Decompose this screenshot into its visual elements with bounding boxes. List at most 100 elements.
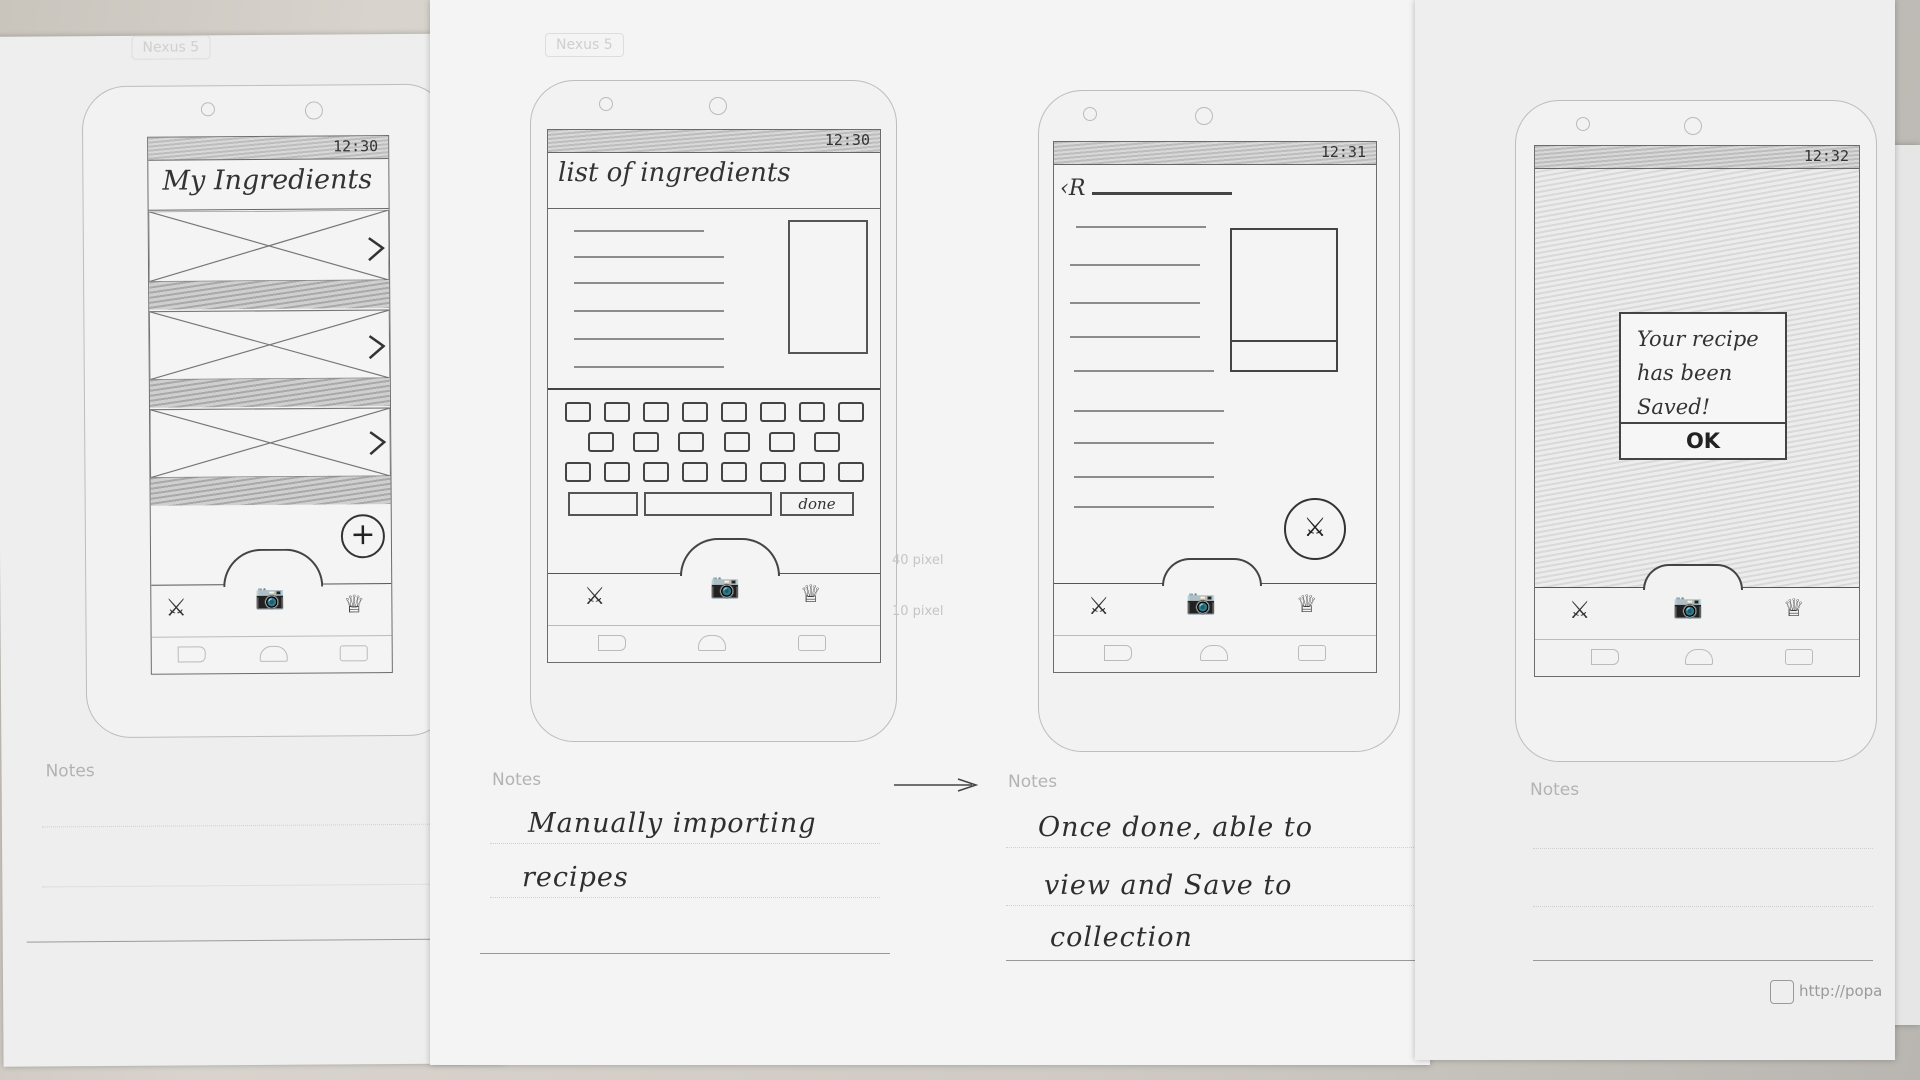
key[interactable] (768, 432, 795, 452)
shift-key[interactable] (568, 492, 638, 516)
save-confirmation-dialog: Your recipe has been Saved! OK (1619, 312, 1787, 460)
phone-speaker (599, 97, 613, 111)
phone-screen-1: 12:30 My Ingredients + ⚔ 📷 ♕ (147, 135, 393, 675)
phone-speaker (1576, 117, 1590, 131)
key[interactable] (798, 462, 825, 482)
dialog-message: Your recipe has been Saved! (1637, 327, 1759, 419)
key[interactable] (642, 402, 669, 422)
text-placeholder (1074, 410, 1224, 412)
chef-hat-icon[interactable]: ♕ (1296, 590, 1318, 618)
keyboard-row (578, 432, 850, 452)
home-nav-icon[interactable] (1685, 649, 1713, 665)
status-bar: 12:32 (1535, 146, 1859, 169)
key[interactable] (720, 402, 747, 422)
fork-knife-icon[interactable]: ⚔ (1088, 592, 1110, 620)
note-text: recipes (522, 862, 629, 893)
back-nav-icon[interactable] (177, 646, 206, 663)
text-placeholder (1074, 506, 1214, 508)
phone-frame: 12:30 list of ingredients done ⚔ 📷 ♕ (530, 80, 897, 742)
back-button[interactable]: ‹R (1060, 176, 1085, 201)
phone-frame: 12:30 My Ingredients + ⚔ 📷 ♕ (81, 83, 454, 739)
key[interactable] (720, 462, 747, 482)
text-placeholder (574, 256, 724, 258)
fork-knife-icon[interactable]: ⚔ (165, 593, 187, 621)
frame-tag: Nexus 5 (545, 33, 624, 57)
camera-icon[interactable]: 📷 (1186, 588, 1216, 616)
key[interactable] (632, 432, 659, 452)
key[interactable] (564, 402, 591, 422)
measure-label: 10 pixel (892, 604, 944, 619)
space-key[interactable] (644, 492, 772, 516)
chef-hat-icon[interactable]: ♕ (800, 580, 822, 608)
back-mark: R (1068, 176, 1086, 201)
back-nav-icon[interactable] (598, 635, 626, 651)
fork-knife-icon[interactable]: ⚔ (1569, 596, 1591, 624)
notes-label: Notes (492, 770, 542, 790)
chef-hat-icon[interactable]: ♕ (1783, 594, 1805, 622)
sketch-sheet-3: 12:32 Your recipe has been Saved! OK ⚔ 📷… (1415, 0, 1895, 1060)
key[interactable] (603, 402, 630, 422)
key[interactable] (587, 432, 614, 452)
frame-tag: Nexus 5 (131, 35, 211, 60)
key[interactable] (814, 432, 841, 452)
text-placeholder (1074, 442, 1214, 444)
key[interactable] (678, 432, 705, 452)
home-nav-icon[interactable] (1200, 645, 1228, 661)
list-divider (150, 476, 391, 506)
save-recipe-button[interactable]: ⚔ (1284, 498, 1346, 560)
text-placeholder (1070, 302, 1200, 304)
recents-nav-icon[interactable] (1298, 645, 1326, 661)
status-bar: 12:31 (1054, 142, 1376, 165)
notes-line (1006, 960, 1440, 961)
add-ingredient-button[interactable]: + (340, 514, 386, 559)
home-nav-icon[interactable] (698, 635, 726, 651)
camera-icon[interactable]: 📷 (710, 572, 740, 600)
sketch-sheet-1: Nexus 5 12:30 My Ingredients + ⚔ 📷 ♕ Not… (0, 33, 504, 1067)
status-clock: 12:31 (1320, 143, 1366, 161)
phone-camera (304, 101, 323, 120)
ok-button[interactable]: OK (1621, 424, 1785, 458)
note-text: view and Save to (1044, 870, 1293, 901)
recipe-title-placeholder (1092, 192, 1232, 195)
home-nav-icon[interactable] (259, 645, 288, 662)
back-nav-icon[interactable] (1104, 645, 1132, 661)
bottom-tab-bar: ⚔ 📷 ♕ (548, 538, 880, 626)
camera-tab-bump (1643, 564, 1743, 590)
key[interactable] (681, 462, 708, 482)
camera-icon[interactable]: 📷 (1673, 592, 1703, 620)
chevron-right-icon (369, 431, 387, 456)
key[interactable] (759, 462, 786, 482)
bottom-tab-bar: ⚔ 📷 ♕ (151, 548, 392, 638)
image-placeholder (788, 220, 868, 354)
phone-frame: 12:32 Your recipe has been Saved! OK ⚔ 📷… (1515, 100, 1877, 762)
camera-icon[interactable]: 📷 (255, 583, 285, 611)
back-nav-icon[interactable] (1591, 649, 1619, 665)
text-placeholder (1070, 264, 1200, 266)
keyboard-row (558, 402, 870, 422)
key[interactable] (603, 462, 630, 482)
key[interactable] (759, 402, 786, 422)
key[interactable] (681, 402, 708, 422)
recents-nav-icon[interactable] (339, 645, 368, 662)
phone-frame: 12:31 ‹R ⚔ ⚔ 📷 ♕ (1038, 90, 1400, 752)
camera-tab-bump (1162, 558, 1262, 586)
chef-hat-icon[interactable]: ♕ (343, 590, 365, 618)
notes-line (1533, 906, 1873, 907)
key[interactable] (564, 462, 591, 482)
bottom-tab-bar: ⚔ 📷 ♕ (1054, 558, 1376, 636)
text-placeholder (574, 310, 724, 312)
key[interactable] (723, 432, 750, 452)
key[interactable] (642, 462, 669, 482)
android-nav-bar (1054, 635, 1376, 672)
notes-line (1533, 848, 1873, 849)
fork-knife-icon[interactable]: ⚔ (584, 582, 606, 610)
recents-nav-icon[interactable] (1785, 649, 1813, 665)
key[interactable] (837, 402, 864, 422)
recents-nav-icon[interactable] (798, 635, 826, 651)
phone-speaker (1083, 107, 1097, 121)
text-placeholder (574, 338, 724, 340)
done-button[interactable]: done (780, 492, 854, 516)
key[interactable] (837, 462, 864, 482)
key[interactable] (798, 402, 825, 422)
camera-tab-bump (680, 538, 780, 576)
